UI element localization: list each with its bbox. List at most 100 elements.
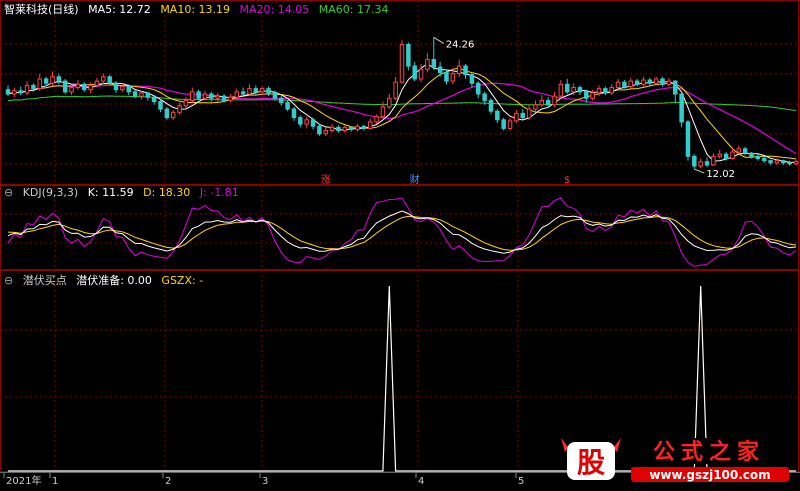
candle-body xyxy=(742,148,748,154)
candle-body xyxy=(317,125,322,135)
ma5-label: MA5: 12.72 xyxy=(88,3,151,16)
candle-body xyxy=(361,125,367,129)
candle-body xyxy=(247,88,252,95)
candle-body xyxy=(425,59,430,70)
kdj-j-label: J: -1.81 xyxy=(199,186,239,199)
candle-body xyxy=(653,78,659,84)
candle-body xyxy=(107,76,112,84)
kdj-title: KDJ(9,3,3) xyxy=(22,186,79,199)
candle-body xyxy=(749,152,754,157)
candle-body xyxy=(501,119,506,129)
candle xyxy=(501,117,506,131)
candle-body xyxy=(603,88,608,94)
candle-body xyxy=(177,105,182,113)
candle-body xyxy=(31,84,36,90)
candle-body xyxy=(450,73,456,82)
candle-body xyxy=(62,80,68,93)
candle-body xyxy=(685,121,691,157)
kdj-panel-header: ⊖ KDJ(9,3,3) K: 11.59 D: 18.30 J: -1.81 xyxy=(4,186,245,199)
candle-body xyxy=(723,153,729,159)
candle-body xyxy=(412,65,417,80)
candle-body xyxy=(209,93,214,99)
candle-body xyxy=(476,82,481,95)
x-axis-label: 2021年 xyxy=(6,474,41,487)
high-price-label: 24.26 xyxy=(446,39,475,50)
candle-body xyxy=(215,95,220,99)
candle-body xyxy=(82,83,87,91)
candle-body xyxy=(622,81,627,87)
candle-body xyxy=(787,162,792,165)
kdj-d-label: D: 18.30 xyxy=(143,186,191,199)
stock-name: 智莱科技(日线) xyxy=(4,3,79,16)
candle-body xyxy=(145,92,151,98)
candle-body xyxy=(323,130,328,135)
candle-body xyxy=(615,81,621,89)
event-marker: $ xyxy=(564,175,570,186)
candle-body xyxy=(374,116,379,123)
candle-body xyxy=(132,91,138,97)
candle-body xyxy=(69,87,74,93)
candle-body xyxy=(761,158,767,162)
candle-body xyxy=(266,88,271,94)
candle-body xyxy=(228,96,233,101)
candle-body xyxy=(444,72,449,82)
candle-body xyxy=(469,74,475,84)
candle-body xyxy=(666,80,672,85)
candle-body xyxy=(240,91,246,95)
candle-body xyxy=(660,78,665,85)
candle-body xyxy=(571,87,576,93)
candle-body xyxy=(12,90,17,95)
candle-body xyxy=(463,65,468,76)
candle-body xyxy=(113,82,119,91)
gszx-label: GSZX: - xyxy=(161,274,204,287)
candle-body xyxy=(698,161,703,167)
candle-body xyxy=(437,66,443,73)
candle-body xyxy=(406,44,411,67)
panel-toggle-icon[interactable]: ⊖ xyxy=(4,186,13,199)
candle-body xyxy=(558,83,564,97)
candle-body xyxy=(634,80,640,85)
candle xyxy=(679,92,684,128)
candle-body xyxy=(126,85,131,93)
candle-body xyxy=(495,110,500,121)
candle-body xyxy=(609,87,614,94)
candle-body xyxy=(310,119,316,127)
candle-body xyxy=(526,108,532,119)
candle-body xyxy=(564,83,570,93)
candle-body xyxy=(367,121,373,129)
candle-body xyxy=(336,126,341,132)
candle xyxy=(317,124,322,136)
candle-body xyxy=(736,148,742,153)
candle-body xyxy=(647,79,653,84)
watermark-url: www.gszj100.com xyxy=(649,468,770,482)
chart-canvas[interactable]: 24.26 12.02 涨 财 $2021年 1 2 3 4 5 xyxy=(0,0,800,487)
candle-body xyxy=(50,76,55,84)
candle-body xyxy=(387,97,392,108)
candle-body xyxy=(170,111,176,119)
candle-body xyxy=(692,155,697,167)
candle-body xyxy=(520,112,525,119)
candle xyxy=(164,106,170,120)
candle-body xyxy=(355,125,360,130)
watermark: 股 公式之家 www.gszj100.com xyxy=(555,432,795,484)
candle-body xyxy=(431,59,437,68)
candle-body xyxy=(342,126,348,132)
candle-body xyxy=(488,99,494,112)
event-marker: 财 xyxy=(410,173,420,186)
candle-body xyxy=(234,91,240,98)
candle-body xyxy=(285,102,290,110)
candle-body xyxy=(164,108,170,119)
candle-body xyxy=(202,93,208,99)
x-axis-label: 5 xyxy=(518,476,524,487)
panel-toggle-icon[interactable]: ⊖ xyxy=(4,274,13,287)
candle-body xyxy=(793,161,799,165)
candle-body xyxy=(253,88,259,93)
candle-body xyxy=(514,112,519,122)
candle-body xyxy=(329,126,335,132)
candle-body xyxy=(101,76,106,82)
chart-stage[interactable]: 24.26 12.02 涨 财 $2021年 1 2 3 4 5 xyxy=(0,0,800,487)
candle-body xyxy=(304,119,309,125)
candle-body xyxy=(711,155,716,166)
ma10-label: MA10: 13.19 xyxy=(160,3,231,16)
candle-body xyxy=(584,91,589,99)
